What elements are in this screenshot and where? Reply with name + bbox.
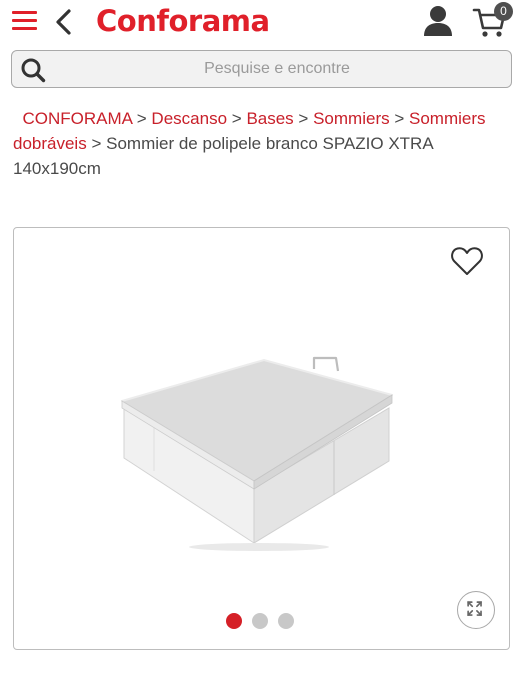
search-input[interactable] — [52, 51, 502, 87]
menu-icon[interactable] — [12, 9, 37, 33]
carousel-dot-2[interactable] — [252, 613, 268, 629]
breadcrumb-link-bases[interactable]: Bases — [246, 109, 293, 128]
breadcrumb: CONFORAMA > Descanso > Bases > Sommiers … — [13, 106, 503, 181]
breadcrumb-separator: > — [136, 109, 147, 128]
product-image-gallery — [13, 227, 510, 650]
header: Conforama 0 — [0, 0, 523, 44]
breadcrumb-link-conforama[interactable]: CONFORAMA — [22, 109, 132, 128]
search-bar — [11, 50, 512, 88]
expand-icon[interactable] — [457, 591, 495, 629]
breadcrumb-separator: > — [394, 109, 405, 128]
breadcrumb-separator: > — [231, 109, 242, 128]
user-icon[interactable] — [423, 5, 453, 37]
breadcrumb-link-sommiers[interactable]: Sommiers — [313, 109, 390, 128]
carousel-dot-3[interactable] — [278, 613, 294, 629]
cart-count-badge[interactable]: 0 — [494, 2, 513, 21]
logo[interactable]: Conforama — [96, 4, 270, 38]
heart-icon[interactable] — [450, 245, 484, 277]
product-image[interactable] — [114, 353, 399, 553]
search-icon[interactable] — [20, 57, 46, 83]
back-chevron-icon[interactable] — [52, 8, 76, 36]
breadcrumb-link-descanso[interactable]: Descanso — [151, 109, 227, 128]
breadcrumb-separator: > — [91, 134, 102, 153]
carousel-dot-1[interactable] — [226, 613, 242, 629]
breadcrumb-separator: > — [298, 109, 309, 128]
